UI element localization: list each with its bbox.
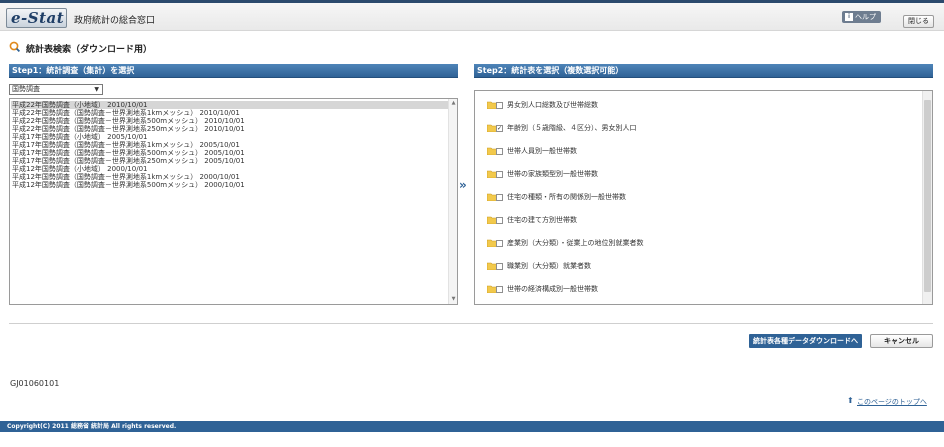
download-button[interactable]: 統計表各種データダウンロードへ: [749, 334, 862, 348]
table-checkbox[interactable]: [496, 148, 503, 155]
info-icon: i: [845, 13, 853, 21]
close-button[interactable]: 閉じる: [903, 15, 934, 28]
table-checkbox[interactable]: [496, 240, 503, 247]
survey-select[interactable]: 国勢調査 ▼: [9, 84, 103, 95]
cancel-button[interactable]: キャンセル: [870, 334, 933, 348]
list-item[interactable]: 平成17年国勢調査（国勢調査－世界測地系1kmメッシュ） 2005/10/01: [11, 141, 449, 149]
list-item[interactable]: 平成17年国勢調査（国勢調査－世界測地系500mメッシュ） 2005/10/01: [11, 149, 449, 157]
table-label: 世帯人員別一般世帯数: [507, 147, 577, 155]
table-checkbox[interactable]: [496, 171, 503, 178]
list-item[interactable]: 平成17年国勢調査（小地域） 2005/10/01: [11, 133, 449, 141]
table-checkbox[interactable]: [496, 217, 503, 224]
table-label: 職業別（大分類）就業者数: [507, 262, 591, 270]
table-checkbox[interactable]: [496, 286, 503, 293]
table-label: 世帯の家族類型別一般世帯数: [507, 170, 598, 178]
list-item[interactable]: 平成12年国勢調査（小地域） 2000/10/01: [11, 165, 449, 173]
table-checkbox[interactable]: [496, 263, 503, 270]
screen-id: GJ01060101: [10, 379, 60, 388]
table-label: 住宅の種類・所有の関係別一般世帯数: [507, 193, 626, 201]
logo-text: e-Stat: [11, 9, 65, 27]
search-icon: [9, 41, 20, 52]
page-title: 統計表検索（ダウンロード用）: [26, 45, 153, 55]
double-chevron-right-icon: »: [459, 178, 467, 192]
list-item[interactable]: 平成12年国勢調査（国勢調査－世界測地系1kmメッシュ） 2000/10/01: [11, 173, 449, 181]
help-button[interactable]: i ヘルプ: [842, 11, 881, 23]
table-label: 年齢別（５歳階級、４区分）、男女別人口: [507, 124, 637, 132]
chevron-down-icon: ▼: [94, 86, 99, 93]
list-item[interactable]: 平成17年国勢調査（国勢調査－世界測地系250mメッシュ） 2005/10/01: [11, 157, 449, 165]
scrollbar-thumb[interactable]: [924, 100, 931, 292]
footer-copyright: Copyright(C) 2011 総務省 統計局 All rights res…: [0, 421, 944, 432]
list-item[interactable]: 平成22年国勢調査（小地域） 2010/10/01: [11, 101, 449, 109]
table-label: 産業別（大分類）・従業上の地位別就業者数: [507, 239, 644, 247]
survey-select-value: 国勢調査: [12, 85, 40, 93]
table-checkbox[interactable]: [496, 194, 503, 201]
divider: [9, 323, 933, 324]
site-name: 政府統計の総合窓口: [74, 16, 156, 26]
step1-heading: Step1：統計調査（集計）を選択: [9, 64, 458, 78]
table-label: 住宅の建て方別世帯数: [507, 216, 577, 224]
list-item[interactable]: 平成12年国勢調査（国勢調査－世界測地系500mメッシュ） 2000/10/01: [11, 181, 449, 189]
table-list-scrollbar[interactable]: [922, 91, 932, 304]
table-checkbox-checked[interactable]: ✓: [496, 125, 503, 132]
table-list-panel: 男女別人口総数及び世帯総数 ✓ 年齢別（５歳階級、４区分）、男女別人口 世帯人員…: [474, 90, 933, 305]
survey-listbox[interactable]: 平成22年国勢調査（小地域） 2010/10/01 平成22年国勢調査（国勢調査…: [9, 98, 458, 305]
table-label: 男女別人口総数及び世帯総数: [507, 101, 598, 109]
header: e-Stat 政府統計の総合窓口 i ヘルプ 閉じる: [0, 3, 944, 31]
table-label: 世帯の経済構成別一般世帯数: [507, 285, 598, 293]
up-arrow-icon: ⬆: [847, 396, 854, 405]
listbox-scrollbar[interactable]: ▲ ▼: [448, 99, 457, 304]
estat-logo[interactable]: e-Stat: [6, 8, 67, 28]
step2-heading: Step2：統計表を選択（複数選択可能）: [474, 64, 933, 78]
list-item[interactable]: 平成22年国勢調査（国勢調査－世界測地系250mメッシュ） 2010/10/01: [11, 125, 449, 133]
table-checkbox[interactable]: [496, 102, 503, 109]
list-item[interactable]: 平成22年国勢調査（国勢調査－世界測地系500mメッシュ） 2010/10/01: [11, 117, 449, 125]
scroll-up-icon[interactable]: ▲: [449, 99, 458, 108]
list-item[interactable]: 平成22年国勢調査（国勢調査－世界測地系1kmメッシュ） 2010/10/01: [11, 109, 449, 117]
scroll-down-icon[interactable]: ▼: [449, 295, 458, 304]
help-label: ヘルプ: [855, 13, 876, 21]
page-top-link[interactable]: このページのトップへ: [857, 397, 927, 407]
